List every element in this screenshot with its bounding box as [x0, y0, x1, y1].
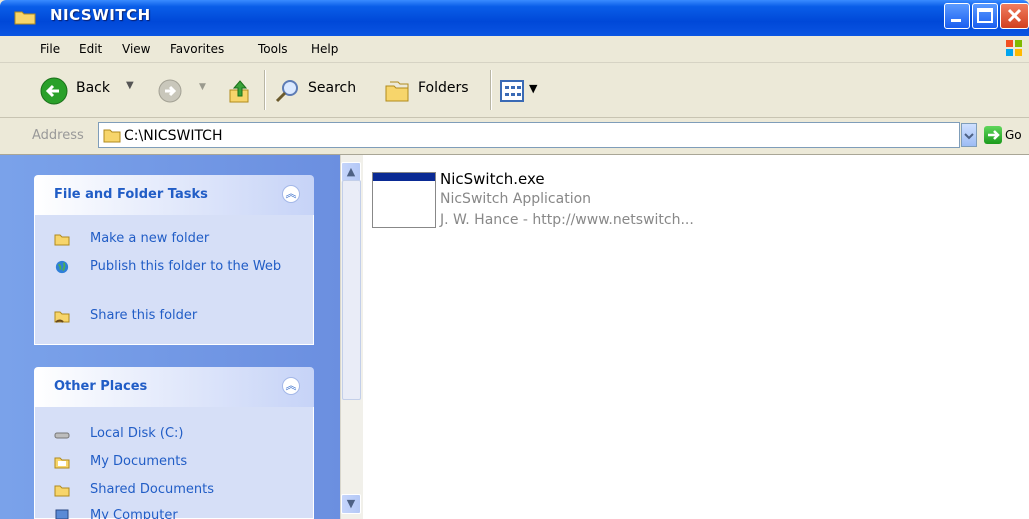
shared-folder-icon — [54, 485, 70, 497]
forward-arrow-icon[interactable] — [158, 79, 182, 103]
file-list-area[interactable] — [363, 155, 1029, 519]
collapse-chevron-icon[interactable]: ︽ — [282, 377, 300, 395]
place-my-computer[interactable]: My Computer — [90, 507, 178, 519]
scroll-thumb[interactable] — [342, 180, 361, 400]
maximize-icon — [977, 8, 993, 23]
panel-title: Other Places — [54, 379, 148, 394]
forward-dropdown-icon[interactable]: ▼ — [199, 82, 206, 92]
menu-file[interactable]: File — [40, 42, 60, 56]
chevron-down-icon — [964, 133, 974, 140]
file-type: NicSwitch Application — [440, 191, 592, 207]
views-icon[interactable] — [500, 80, 526, 102]
back-arrow-icon[interactable] — [40, 77, 68, 105]
search-icon[interactable] — [274, 78, 302, 104]
file-folder-tasks-header[interactable]: File and Folder Tasks ︽ — [34, 175, 314, 215]
task-make-new-folder[interactable]: Make a new folder — [90, 230, 209, 248]
scroll-down-button[interactable]: ▼ — [341, 494, 361, 514]
toolbar-separator — [264, 70, 266, 110]
menu-favorites[interactable]: Favorites — [170, 42, 224, 56]
address-dropdown-button[interactable] — [961, 123, 977, 147]
toolbar-separator — [490, 70, 492, 110]
search-button[interactable]: Search — [308, 80, 356, 96]
collapse-chevron-icon[interactable]: ︽ — [282, 185, 300, 203]
documents-folder-icon — [54, 457, 70, 469]
task-publish-to-web[interactable]: Publish this folder to the Web — [90, 258, 300, 276]
folder-icon — [103, 129, 121, 143]
explorer-window: NICSWITCH File Edit View Favorites Tools… — [0, 0, 1029, 519]
minimize-button[interactable] — [944, 3, 970, 29]
application-icon[interactable] — [372, 172, 436, 228]
back-dropdown-icon[interactable]: ▼ — [126, 80, 134, 91]
minimize-icon — [951, 19, 961, 22]
menu-bar: File Edit View Favorites Tools Help — [0, 36, 1029, 63]
folder-icon — [14, 11, 36, 25]
task-share-folder[interactable]: Share this folder — [90, 307, 197, 325]
title-bar[interactable]: NICSWITCH — [0, 0, 1029, 36]
scroll-up-button[interactable]: ▲ — [341, 162, 361, 182]
views-dropdown-icon[interactable]: ▼ — [529, 82, 537, 95]
app-window-titlebar — [373, 173, 435, 181]
maximize-button[interactable] — [972, 3, 998, 29]
menu-view[interactable]: View — [122, 42, 150, 56]
folders-button[interactable]: Folders — [418, 80, 469, 96]
menu-help[interactable]: Help — [311, 42, 338, 56]
file-name[interactable]: NicSwitch.exe — [440, 170, 545, 188]
up-folder-icon[interactable] — [228, 78, 252, 104]
other-places-header[interactable]: Other Places ︽ — [34, 367, 314, 407]
folders-icon[interactable] — [384, 78, 412, 104]
place-local-disk[interactable]: Local Disk (C:) — [90, 425, 183, 443]
menu-edit[interactable]: Edit — [79, 42, 102, 56]
place-my-documents[interactable]: My Documents — [90, 453, 187, 471]
menu-tools[interactable]: Tools — [258, 42, 288, 56]
computer-icon — [55, 509, 69, 519]
address-label: Address — [32, 128, 84, 143]
windows-logo-icon — [1006, 40, 1022, 56]
go-label[interactable]: Go — [1005, 128, 1022, 142]
go-arrow-icon — [988, 130, 1000, 140]
panel-title: File and Folder Tasks — [54, 187, 208, 202]
file-description: J. W. Hance - http://www.netswitch... — [440, 212, 694, 228]
disk-icon — [54, 432, 70, 439]
window-title: NICSWITCH — [50, 6, 151, 24]
close-icon — [1007, 8, 1022, 23]
place-shared-documents[interactable]: Shared Documents — [90, 481, 214, 499]
address-input[interactable] — [98, 122, 960, 148]
go-button[interactable] — [984, 126, 1002, 144]
new-folder-icon — [54, 234, 70, 246]
back-button[interactable]: Back — [76, 80, 110, 96]
share-folder-icon — [54, 311, 70, 323]
globe-icon — [55, 260, 69, 274]
close-button[interactable] — [1000, 3, 1029, 29]
address-value: C:\NICSWITCH — [124, 128, 223, 144]
